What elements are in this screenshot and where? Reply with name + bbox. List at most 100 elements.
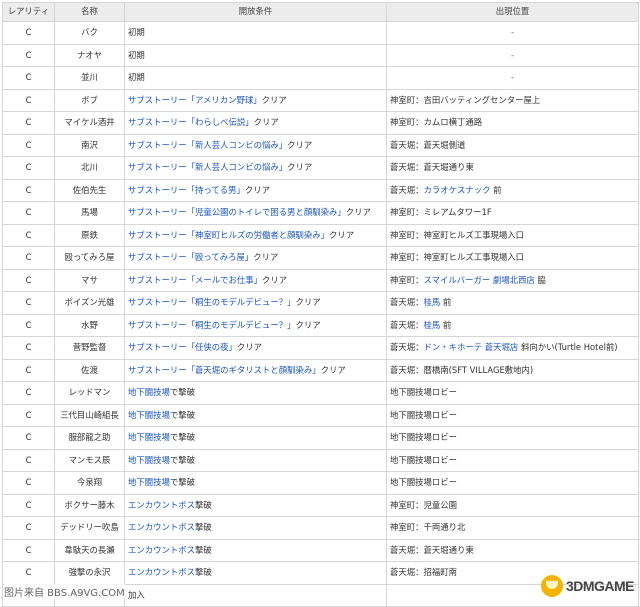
rarity-cell: C: [2, 43, 55, 67]
header-name: 名称: [54, 2, 125, 22]
name-cell: 佐渡: [54, 358, 125, 382]
wiki-link[interactable]: サブストーリー「新人芸人コンビの悩み」: [128, 162, 287, 172]
wiki-link[interactable]: サブストーリー「持ってる男」: [128, 185, 245, 195]
wiki-link[interactable]: サブストーリー「わらしべ伝説」: [128, 117, 254, 127]
wiki-link[interactable]: ドン・キホーテ 蒼天堀店: [424, 342, 519, 352]
location-cell: -: [386, 43, 639, 67]
location-cell: 神室町：吉田バッティングセンター屋上: [386, 88, 639, 112]
rarity-cell: C: [2, 291, 55, 315]
condition-cell: サブストーリー「桐生のモデルデビュー？」クリア: [124, 313, 387, 337]
wiki-link[interactable]: エンカウントボス: [128, 545, 195, 555]
name-cell: ナオヤ: [54, 43, 125, 67]
wiki-link[interactable]: 桂馬: [424, 297, 441, 307]
location-cell: -: [386, 21, 639, 45]
wiki-link[interactable]: サブストーリー「新人芸人コンビの悩み」: [128, 140, 287, 150]
wiki-link[interactable]: エンカウントボス: [128, 500, 195, 510]
cell-text: 脇: [534, 274, 546, 285]
name-cell: 馬場: [54, 201, 125, 225]
wiki-link[interactable]: サブストーリー「児童公園のトイレで困る男と顔馴染み」: [128, 207, 346, 217]
location-cell: 地下闘技場ロビー: [386, 403, 639, 427]
location-cell: 蒼天堀：カラオケスナック 前: [386, 178, 639, 202]
wiki-link[interactable]: 地下闘技場: [128, 455, 170, 465]
cell-text: 撃破: [195, 499, 212, 510]
wiki-link[interactable]: サブストーリー「アメリカン野球」: [128, 95, 262, 105]
wiki-link[interactable]: サブストーリー「殴ってみろ屋」: [128, 252, 253, 262]
watermark-text: 图片来自 BBS.A9VG.COM: [4, 584, 125, 599]
location-cell: 神室町：児童公園: [386, 493, 639, 517]
condition-cell: サブストーリー「蒼天堀のギタリストと顔馴染み」クリア: [124, 358, 387, 382]
wiki-link[interactable]: サブストーリー「桐生のモデルデビュー？」: [128, 320, 296, 330]
condition-cell: サブストーリー「アメリカン野球」クリア: [124, 88, 387, 112]
condition-cell: 地下闘技場で撃破: [124, 403, 387, 427]
location-cell: 蒼天堀：蒼天堀通り東: [386, 156, 639, 180]
table-row: C ポイズン光雄 サブストーリー「桐生のモデルデビュー？」クリア 蒼天堀：桂馬 前: [2, 291, 639, 315]
location-cell: 地下闘技場ロビー: [386, 471, 639, 495]
wiki-link[interactable]: サブストーリー「任侠の夜」: [128, 342, 237, 352]
cell-text: クリア: [329, 229, 355, 240]
cell-text: クリア: [295, 297, 321, 308]
cell-text: クリア: [253, 252, 279, 263]
table-row: C 殴ってみろ屋 サブストーリー「殴ってみろ屋」クリア 神室町：神室町ヒルズ工事現場入…: [2, 246, 639, 270]
condition-cell: サブストーリー「児童公園のトイレで困る男と顔馴染み」クリア: [124, 201, 387, 225]
wiki-link[interactable]: エンカウントボス: [128, 522, 195, 532]
name-cell: バク: [54, 21, 125, 45]
wiki-link[interactable]: 桂馬: [424, 320, 441, 330]
rarity-cell: C: [2, 268, 55, 292]
wiki-link[interactable]: サブストーリー「神室町ヒルズの労働者と顔馴染み」: [128, 230, 329, 240]
table-row: C 韋駄天の長瀬 エンカウントボス撃破 蒼天堀：蒼天堀通り東: [2, 538, 639, 562]
wiki-link[interactable]: 地下闘技場: [128, 432, 170, 442]
wiki-link[interactable]: サブストーリー「メールでお仕事」: [128, 275, 262, 285]
location-cell: 蒼天堀：蒼天堀通り東: [386, 538, 639, 562]
cell-text: 前: [490, 184, 502, 195]
name-cell: レッドマン: [54, 381, 125, 405]
cell-text: で撃破: [169, 409, 195, 420]
cell-text: 前: [440, 319, 452, 330]
condition-cell: サブストーリー「新人芸人コンビの悩み」クリア: [124, 156, 387, 180]
rarity-cell: C: [2, 538, 55, 562]
condition-cell: エンカウントボス撃破: [124, 493, 387, 517]
wiki-link[interactable]: サブストーリー「蒼天堀のギタリストと顔馴染み」: [128, 365, 321, 375]
wiki-link[interactable]: サブストーリー「桐生のモデルデビュー？」: [128, 297, 296, 307]
name-cell: 北川: [54, 156, 125, 180]
rarity-cell: C: [2, 358, 55, 382]
cell-text: 初期: [128, 72, 145, 83]
condition-cell: 地下闘技場で撃破: [124, 471, 387, 495]
cell-text: 蒼天堀：: [390, 184, 424, 195]
table-row: C 服部龍之助 地下闘技場で撃破 地下闘技場ロビー: [2, 426, 639, 450]
wiki-link[interactable]: エンカウントボス: [128, 567, 195, 577]
header-unlock-condition: 開放条件: [124, 2, 387, 22]
cell-text: 神室町：カムロ横丁通路: [390, 117, 483, 128]
wiki-link[interactable]: スマイルバーガー 劇場北西店: [424, 275, 535, 285]
cell-text: で撃破: [169, 454, 195, 465]
location-cell: 神室町：ミレアムタワー1F: [386, 201, 639, 225]
name-cell: ポイズン光雄: [54, 291, 125, 315]
table-row: C 佐渡 サブストーリー「蒼天堀のギタリストと顔馴染み」クリア 蒼天堀：暦橋南(SFT…: [2, 358, 639, 382]
wiki-link[interactable]: 地下闘技場: [128, 410, 170, 420]
rarity-cell: C: [2, 403, 55, 427]
location-cell: 地下闘技場ロビー: [386, 381, 639, 405]
rarity-cell: C: [2, 561, 55, 585]
name-cell: 並川: [54, 66, 125, 90]
location-cell: 神室町：千両通り北: [386, 516, 639, 540]
table-row: C 馬場 サブストーリー「児童公園のトイレで困る男と顔馴染み」クリア 神室町：ミレアム…: [2, 201, 639, 225]
condition-cell: サブストーリー「任侠の夜」クリア: [124, 336, 387, 360]
cell-text: -: [510, 72, 515, 83]
wiki-link[interactable]: カラオケスナック: [424, 185, 491, 195]
cell-text: クリア: [244, 184, 270, 195]
logo-text: 3DMGAME: [565, 578, 635, 594]
character-table: レアリティ 名称 開放条件 出現位置 C バク 初期 - C ナオヤ 初期 - C 並川 初期 - C ボ…: [2, 2, 639, 607]
location-cell: 蒼天堀：桂馬 前: [386, 313, 639, 337]
wiki-link[interactable]: 地下闘技場: [128, 477, 170, 487]
condition-cell: 地下闘技場で撃破: [124, 381, 387, 405]
location-cell: 神室町：神室町ヒルズ工事現場入口: [386, 246, 639, 270]
condition-cell: 初期: [124, 66, 387, 90]
condition-cell: サブストーリー「殴ってみろ屋」クリア: [124, 246, 387, 270]
condition-cell: 初期: [124, 21, 387, 45]
wiki-link[interactable]: 地下闘技場: [128, 387, 170, 397]
name-cell: 殴ってみろ屋: [54, 246, 125, 270]
cell-text: 蒼天堀：蒼天堀通り東: [390, 544, 474, 555]
cell-text: 蒼天堀：: [390, 342, 424, 353]
cell-text: 加入: [128, 589, 145, 600]
cell-text: 撃破: [195, 567, 212, 578]
cell-text: -: [510, 49, 515, 60]
